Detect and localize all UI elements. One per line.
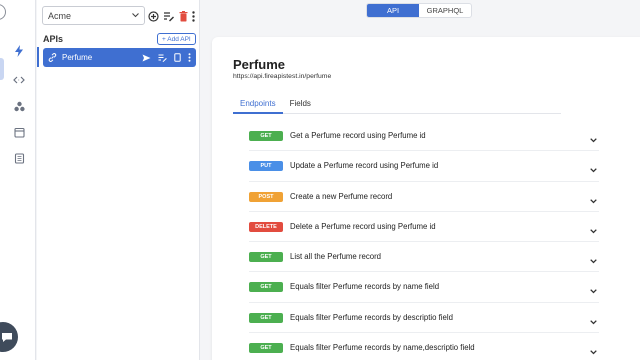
calendar-icon[interactable] [12,125,26,139]
bolt-icon[interactable] [12,44,26,58]
rail-active-marker [0,58,4,80]
api-list-panel: Acme APIs + Add API Perfume [37,0,200,360]
tab-endpoints[interactable]: Endpoints [233,98,283,114]
endpoint-summary: Delete a Perfume record using Perfume id [290,221,436,231]
logo-icon [0,4,6,20]
api-item-perfume[interactable]: Perfume [43,48,196,67]
method-badge: PUT [249,161,283,172]
toggle-api[interactable]: API [367,4,419,17]
endpoint-summary: Update a Perfume record using Perfume id [290,161,439,171]
endpoint-row[interactable]: GET Equals filter Perfume records by name… [249,272,599,303]
chevron-down-icon[interactable] [590,191,597,209]
endpoint-summary: Equals filter Perfume records by name fi… [290,282,440,292]
chevron-down-icon[interactable] [590,281,597,299]
chevron-down-icon[interactable] [590,221,597,239]
endpoint-summary: List all the Perfume record [290,252,382,262]
endpoint-row[interactable]: POST Create a new Perfume record [249,182,599,212]
code-icon[interactable] [12,73,26,87]
endpoint-row[interactable]: PUT Update a Perfume record using Perfume… [249,151,599,182]
chevron-down-icon[interactable] [590,160,597,178]
org-select-value: Acme [48,10,72,21]
edit-list-icon[interactable] [163,9,175,27]
more-vertical-icon[interactable] [188,53,191,62]
copy-icon[interactable] [174,53,181,62]
api-selected-accent [37,47,39,67]
method-badge: GET [249,312,283,323]
chevron-down-icon[interactable] [590,312,597,330]
chevron-down-icon[interactable] [590,130,597,148]
api-type-toggle: API GRAPHQL [366,3,472,18]
method-badge: POST [249,191,283,202]
endpoint-summary: Create a new Perfume record [290,191,393,201]
endpoint-row[interactable]: GET Equals filter Perfume records by desc… [249,303,599,334]
tabs: Endpoints Fields [233,98,561,114]
cluster-icon[interactable] [12,99,26,113]
endpoint-row[interactable]: GET Get a Perfume record using Perfume id [249,121,599,152]
link-icon [48,53,57,62]
page-title: Perfume [233,57,286,72]
icon-rail [0,0,36,360]
api-url: https://api.fireapistest.in/perfume [233,73,332,80]
endpoint-row[interactable]: DELETE Delete a Perfume record using Perf… [249,212,599,243]
toggle-graphql[interactable]: GRAPHQL [419,4,471,17]
edit-list-icon[interactable] [158,54,167,62]
api-detail-card: Perfume https://api.fireapistest.in/perf… [212,37,640,360]
method-badge: GET [249,131,283,141]
chat-icon[interactable] [0,322,18,352]
tab-fields[interactable]: Fields [283,98,318,114]
apis-heading: APIs [43,34,64,44]
add-circle-icon[interactable] [148,9,159,27]
org-tools [148,9,195,27]
endpoint-list: GET Get a Perfume record using Perfume id… [249,121,599,360]
endpoint-row[interactable]: GET List all the Perfume record [249,242,599,273]
api-item-tools [142,53,191,62]
org-select[interactable]: Acme [42,6,145,25]
api-item-label: Perfume [62,53,93,62]
endpoint-summary: Equals filter Perfume records by name,de… [290,343,475,353]
add-api-button[interactable]: + Add API [157,33,196,45]
send-icon[interactable] [142,54,151,62]
method-badge: GET [249,282,283,293]
chevron-down-icon [132,13,139,18]
method-badge: GET [249,252,283,263]
endpoint-row[interactable]: GET Equals filter Perfume records by name… [249,333,599,360]
book-icon[interactable] [12,151,26,165]
chevron-down-icon[interactable] [590,342,597,360]
chevron-down-icon[interactable] [590,251,597,269]
endpoint-summary: Get a Perfume record using Perfume id [290,131,426,140]
more-vertical-icon[interactable] [192,9,195,27]
method-badge: DELETE [249,221,283,232]
endpoint-summary: Equals filter Perfume records by descrip… [290,312,453,322]
trash-icon[interactable] [179,9,188,27]
method-badge: GET [249,343,283,354]
